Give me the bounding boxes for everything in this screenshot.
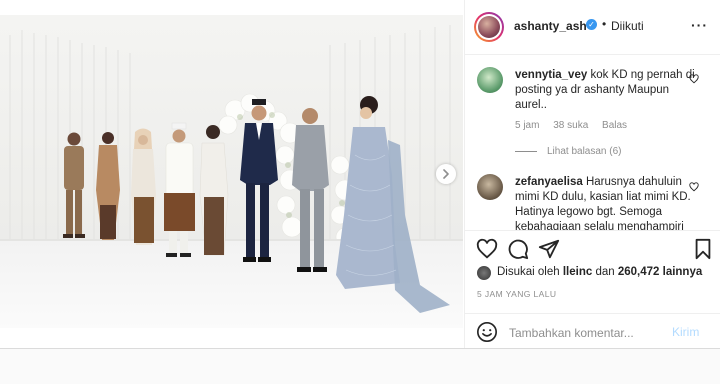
more-options-icon[interactable]: ··· [691,17,708,33]
post-header: ashanty_ash ✓ • Diikuti ··· [465,0,720,55]
post-actions-section: Disukai oleh lleinc dan 260,472 lainnya … [465,230,720,349]
reply-button[interactable]: Balas [602,120,627,131]
header-separator: • [602,17,607,31]
emoji-smile-icon[interactable] [476,321,498,343]
comment-time: 5 jam [515,120,540,131]
comment-likes[interactable]: 38 suka [553,120,588,131]
liker-username[interactable]: lleinc [563,266,592,278]
commenter-avatar[interactable] [477,174,503,200]
commenter-username[interactable]: vennytia_vey [515,69,587,81]
comment-meta: 5 jam 38 suka Balas [515,120,638,131]
author-username[interactable]: ashanty_ash [514,19,587,33]
comment-text: vennytia_vey kok KD ng pernah di posting… [515,68,695,113]
chevron-right-icon [443,169,449,179]
post-photo[interactable] [0,15,463,328]
verified-badge-icon: ✓ [586,19,597,30]
comment-composer: Kirim [465,313,720,350]
follow-status[interactable]: Diikuti [611,19,644,33]
next-photo-button[interactable] [436,164,456,184]
post-side-panel: ashanty_ash ✓ • Diikuti ··· vennytia_vey… [464,0,720,348]
commenter-avatar[interactable] [477,67,503,93]
wedding-photo-image [0,15,463,328]
share-paper-plane-icon[interactable] [538,238,560,260]
comment-text: zefanyaelisa Harusnya dahuluin mimi KD d… [515,175,697,230]
like-heart-icon[interactable] [476,238,498,260]
author-avatar[interactable] [474,12,504,42]
comment-bubble-icon[interactable] [507,238,529,260]
comments-list: vennytia_vey kok KD ng pernah di posting… [465,55,720,230]
like-comment-heart-icon[interactable] [689,182,699,192]
save-bookmark-icon[interactable] [692,238,714,260]
like-comment-heart-icon[interactable] [689,74,699,84]
post-time-ago[interactable]: 5 JAM YANG LALU [477,289,556,299]
likes-count[interactable]: 260,472 lainnya [618,266,702,278]
post-photo-area [0,0,463,348]
comment-input[interactable] [507,323,671,343]
liker-avatar[interactable] [477,266,491,280]
post-comment-button[interactable]: Kirim [672,325,699,339]
likes-summary: Disukai oleh lleinc dan 260,472 lainnya [497,266,703,278]
commenter-username[interactable]: zefanyaelisa [515,176,583,188]
view-replies-link[interactable]: Lihat balasan (6) [515,146,622,157]
instagram-post: ashanty_ash ✓ • Diikuti ··· vennytia_vey… [0,0,720,349]
avatar-image [478,16,500,38]
